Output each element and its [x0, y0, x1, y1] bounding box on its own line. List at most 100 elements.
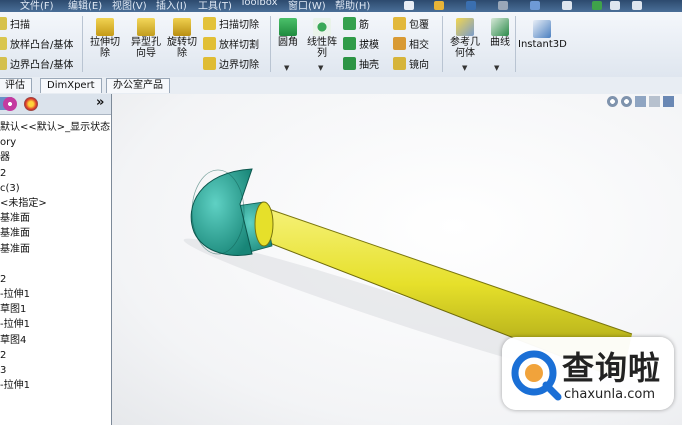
hole-wizard-button[interactable]: 异型孔 向导	[126, 18, 166, 59]
hole-wizard-label: 异型孔 向导	[131, 37, 161, 59]
tree-item-origin[interactable]	[0, 257, 111, 272]
revolve-cut-label: 旋转切 除	[167, 37, 197, 59]
linear-pattern-button[interactable]: 线性阵 列	[304, 18, 340, 59]
reference-geometry-button[interactable]: 参考几 何体	[446, 18, 484, 59]
tree-item-3[interactable]: c(3)	[0, 181, 111, 196]
tree-item-plane-3[interactable]: 基准面	[0, 242, 111, 257]
intersect-label: 相交	[409, 40, 429, 51]
boundary-icon	[0, 57, 7, 70]
rod-end-face	[254, 201, 274, 247]
curves-button[interactable]: 曲线	[486, 18, 514, 48]
display-manager-icon[interactable]	[24, 97, 38, 111]
tree-item-sketch-1[interactable]: 草图1	[0, 302, 111, 317]
menu-bar: 文件(F) 编辑(E) 视图(V) 插入(I) 工具(T) Toolbox 窗口…	[0, 0, 682, 12]
menu-help[interactable]: 帮助(H)	[335, 0, 370, 12]
command-tabs: 评估 DimXpert 办公室产品	[0, 77, 682, 95]
menu-view[interactable]: 视图(V)	[112, 0, 147, 12]
refgeom-dropdown-icon[interactable]: ▼	[462, 64, 467, 72]
draft-button[interactable]: 拔模	[343, 36, 379, 51]
curves-icon	[491, 18, 509, 36]
open-folder-icon[interactable]	[434, 1, 444, 10]
loft-boss-label: 放样凸台/基体	[10, 40, 74, 51]
menu-window[interactable]: 窗口(W)	[288, 0, 326, 12]
tree-item-10[interactable]: 2	[0, 272, 111, 287]
rib-button[interactable]: 筋	[343, 16, 369, 31]
tree-item-material[interactable]: <未指定>	[0, 196, 111, 211]
tree-item-16[interactable]: 3	[0, 363, 111, 378]
lofted-cut-button[interactable]: 放样切割	[203, 36, 259, 51]
boundary-boss-label: 边界凸台/基体	[10, 60, 74, 71]
tab-dimxpert[interactable]: DimXpert	[40, 78, 102, 93]
new-doc-icon[interactable]	[404, 1, 414, 10]
fillet-icon	[279, 18, 297, 36]
draft-label: 拔模	[359, 40, 379, 51]
loft-icon	[0, 37, 7, 50]
tab-office-products[interactable]: 办公室产品	[106, 78, 170, 93]
curves-dropdown-icon[interactable]: ▼	[494, 64, 499, 72]
tree-item-history[interactable]: ory	[0, 135, 111, 150]
instant3d-button[interactable]: Instant3D	[518, 20, 567, 50]
swept-cut-label: 扫描切除	[219, 20, 259, 31]
print-icon[interactable]	[498, 1, 508, 10]
reference-geometry-icon	[456, 18, 474, 36]
select-arrow-icon[interactable]	[562, 1, 572, 10]
reference-geometry-label: 参考几 何体	[450, 37, 480, 59]
boundary-boss-button[interactable]: 边界凸台/基体	[0, 56, 73, 71]
tree-item-15[interactable]: 2	[0, 348, 111, 363]
save-icon[interactable]	[466, 1, 476, 10]
extrude-cut-button[interactable]: 拉伸切 除	[86, 18, 124, 59]
tree-item-plane-1[interactable]: 基准面	[0, 211, 111, 226]
intersect-button[interactable]: 相交	[393, 36, 429, 51]
undo-icon[interactable]	[530, 1, 540, 10]
tree-item-2[interactable]: 2	[0, 166, 111, 181]
sweep-label: 扫描	[10, 20, 30, 31]
ribbon-divider	[270, 16, 271, 72]
sweep-button[interactable]: 扫描	[0, 16, 30, 31]
curves-label: 曲线	[490, 37, 510, 48]
menu-edit[interactable]: 编辑(E)	[68, 0, 102, 12]
swept-cut-button[interactable]: 扫描切除	[203, 16, 259, 31]
tree-item-extrude-3[interactable]: -拉伸1	[0, 378, 111, 393]
tree-item-extrude-1[interactable]: -拉伸1	[0, 287, 111, 302]
linear-pattern-icon	[313, 18, 331, 36]
sweep-icon	[0, 17, 7, 30]
wrap-icon	[393, 17, 406, 30]
tab-evaluate[interactable]: 评估	[0, 78, 32, 93]
mirror-label: 镜向	[409, 60, 429, 71]
expand-panel-button[interactable]: »	[96, 95, 104, 110]
menu-toolbox[interactable]: Toolbox	[240, 0, 278, 8]
tree-item-extrude-2[interactable]: -拉伸1	[0, 317, 111, 332]
file-props-icon[interactable]	[610, 1, 620, 10]
menu-tools[interactable]: 工具(T)	[198, 0, 232, 12]
watermark-title: 查询啦	[562, 349, 662, 387]
loft-boss-button[interactable]: 放样凸台/基体	[0, 36, 73, 51]
mirror-button[interactable]: 镜向	[393, 56, 429, 71]
tree-item-sensors[interactable]: 器	[0, 150, 111, 165]
menu-file[interactable]: 文件(F)	[20, 0, 54, 12]
revolve-cut-button[interactable]: 旋转切 除	[163, 18, 201, 59]
options-icon[interactable]	[632, 1, 642, 10]
mirror-icon	[393, 57, 406, 70]
configuration-manager-icon[interactable]	[3, 97, 17, 111]
watermark-badge: 查询啦 chaxunla.com	[502, 337, 674, 410]
fillet-dropdown-icon[interactable]: ▼	[284, 64, 289, 72]
menu-insert[interactable]: 插入(I)	[156, 0, 187, 12]
extrude-cut-icon	[96, 18, 114, 36]
fillet-button[interactable]: 圆角	[274, 18, 302, 48]
shell-button[interactable]: 抽壳	[343, 56, 379, 71]
swept-cut-icon	[203, 17, 216, 30]
feature-manager-toolbar: »	[0, 94, 111, 115]
shell-label: 抽壳	[359, 60, 379, 71]
revolve-cut-icon	[173, 18, 191, 36]
tree-item-sketch-4[interactable]: 草图4	[0, 333, 111, 348]
boundary-cut-button[interactable]: 边界切除	[203, 56, 259, 71]
tree-item-config[interactable]: 默认<<默认>_显示状态	[0, 120, 111, 135]
hole-wizard-icon	[137, 18, 155, 36]
boundary-cut-label: 边界切除	[219, 60, 259, 71]
ribbon-divider	[515, 16, 516, 72]
tree-item-plane-2[interactable]: 基准面	[0, 226, 111, 241]
wrap-button[interactable]: 包覆	[393, 16, 429, 31]
pattern-dropdown-icon[interactable]: ▼	[318, 64, 323, 72]
lofted-cut-icon	[203, 37, 216, 50]
rebuild-icon[interactable]	[592, 1, 602, 10]
